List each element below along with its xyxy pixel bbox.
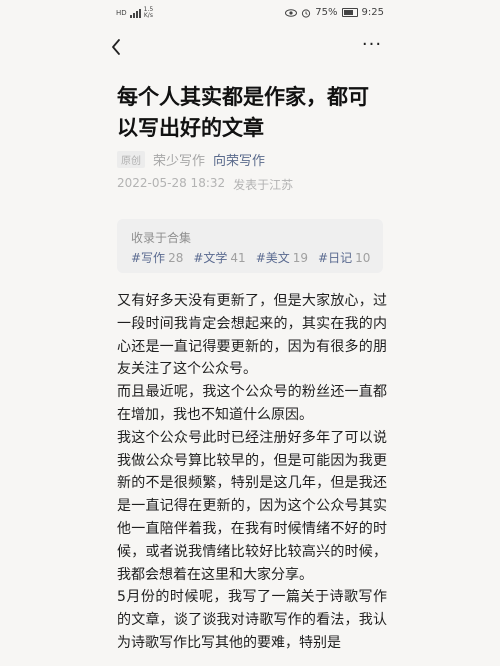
eye-icon xyxy=(285,8,298,17)
back-button[interactable] xyxy=(104,34,128,60)
article-meta: 原创 荣少写作 向荣写作 xyxy=(117,150,265,169)
paragraph: 5月份的时候呢，我写了一篇关于诗歌写作的文章，谈了谈我对诗歌写作的看法，我认为诗… xyxy=(117,589,387,651)
tag-name: #美文 xyxy=(255,251,290,265)
paragraph: 而且最近呢，我这个公众号的粉丝还一直都在增加，我也不知道什么原因。 xyxy=(117,384,387,423)
tag-writing[interactable]: #写作 28 xyxy=(131,249,183,266)
status-right: 75% 9:25 xyxy=(285,7,384,18)
collection-tags: #写作 28 #文学 41 #美文 19 #日记 10 xyxy=(131,249,370,266)
clock: 9:25 xyxy=(361,7,384,18)
collection-box: 收录于合集 #写作 28 #文学 41 #美文 19 #日记 10 xyxy=(117,219,383,273)
tag-diary[interactable]: #日记 10 xyxy=(318,249,370,266)
account-link[interactable]: 向荣写作 xyxy=(213,150,265,169)
tag-count: 10 xyxy=(355,251,371,265)
publish-info: 2022-05-28 18:32 发表于江苏 xyxy=(117,176,293,193)
tag-count: 19 xyxy=(292,251,309,265)
tag-name: #日记 xyxy=(318,251,353,265)
tag-name: #文学 xyxy=(193,251,228,265)
tag-count: 41 xyxy=(230,251,246,265)
collection-label: 收录于合集 xyxy=(131,231,192,245)
more-button[interactable]: ··· xyxy=(360,36,384,58)
alarm-icon xyxy=(302,8,311,18)
status-left: HD 1.5 K/s xyxy=(116,7,153,19)
hd-indicator: HD xyxy=(116,9,127,17)
tag-count: 28 xyxy=(168,251,184,265)
battery-icon xyxy=(341,8,358,17)
paragraph: 又有好多天没有更新了，但是大家放心，过一段时间我肯定会想起来的，其实在我的内心还… xyxy=(117,293,387,378)
speed-unit: K/s xyxy=(143,12,153,19)
top-nav: ··· xyxy=(0,30,500,64)
battery-percent: 75% xyxy=(315,7,338,18)
article-body: 又有好多天没有更新了，但是大家放心，过一段时间我肯定会想起来的，其实在我的内心还… xyxy=(117,290,387,655)
tag-prose[interactable]: #美文 19 xyxy=(256,249,308,266)
tag-name: #写作 xyxy=(131,251,166,265)
paragraph: 我这个公众号此时已经注册好多年了可以说我做公众号算比较早的，但是可能因为我更新的… xyxy=(117,429,387,583)
network-speed: 1.5 K/s xyxy=(144,7,154,19)
publish-location: 发表于江苏 xyxy=(233,178,294,192)
publish-date: 2022-05-28 18:32 xyxy=(117,176,226,190)
original-badge: 原创 xyxy=(117,151,145,168)
signal-icon xyxy=(129,8,141,18)
chevron-left-icon xyxy=(112,39,120,55)
status-bar: HD 1.5 K/s 75% 9:25 xyxy=(0,0,500,26)
author-name: 荣少写作 xyxy=(153,154,206,169)
tag-literature[interactable]: #文学 41 xyxy=(193,249,245,266)
article-title: 每个人其实都是作家，都可以写出好的文章 xyxy=(117,85,369,140)
